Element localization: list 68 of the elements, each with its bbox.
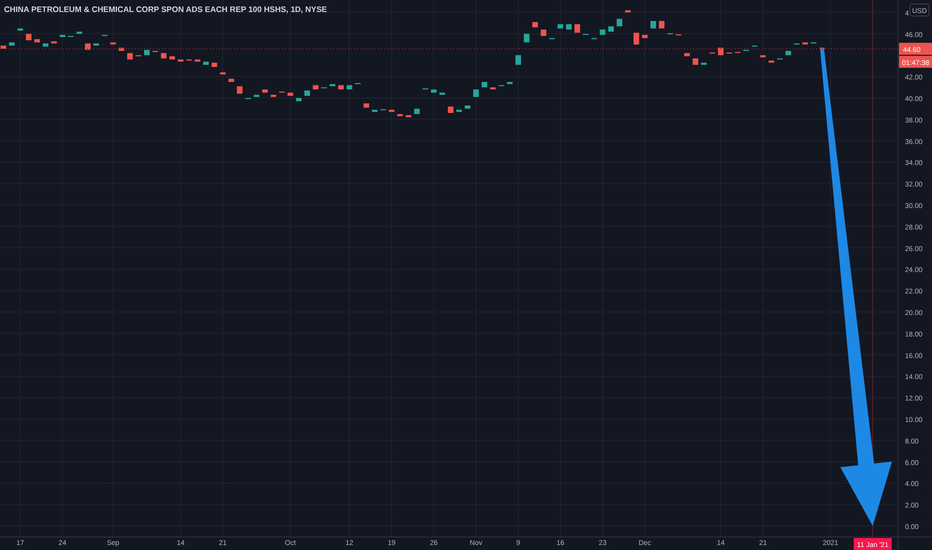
candle xyxy=(76,32,82,34)
candle xyxy=(634,32,640,44)
candle xyxy=(608,26,614,32)
candle xyxy=(127,53,133,60)
candle xyxy=(524,34,530,42)
candle xyxy=(464,106,470,109)
candle xyxy=(51,41,57,44)
candle xyxy=(17,28,24,31)
candle xyxy=(431,89,437,93)
candle xyxy=(684,53,690,56)
candle xyxy=(364,103,370,108)
candle xyxy=(490,87,496,90)
candle xyxy=(406,115,412,118)
candle xyxy=(118,48,124,51)
candle xyxy=(194,60,200,62)
candle xyxy=(558,24,564,28)
candle xyxy=(312,85,318,90)
candle xyxy=(768,60,774,63)
candle xyxy=(566,24,572,30)
candle xyxy=(169,56,175,60)
candle xyxy=(802,42,808,44)
candle xyxy=(330,84,336,86)
candle xyxy=(506,82,513,84)
candle xyxy=(203,62,209,65)
candle xyxy=(34,39,40,42)
candle xyxy=(270,94,276,97)
candle xyxy=(110,42,116,44)
candle xyxy=(439,92,446,95)
candle xyxy=(338,85,344,90)
candle xyxy=(212,62,218,67)
candle xyxy=(456,110,462,112)
candle xyxy=(414,108,420,114)
candle xyxy=(262,89,268,93)
candle xyxy=(9,42,15,46)
candle xyxy=(236,86,242,94)
candle xyxy=(625,10,631,12)
candle xyxy=(692,58,698,65)
candle xyxy=(42,43,48,47)
candle xyxy=(144,50,150,56)
candle xyxy=(372,110,378,112)
candle xyxy=(304,90,310,96)
candle xyxy=(540,30,546,36)
candle xyxy=(658,20,664,28)
candle xyxy=(473,89,479,97)
candle xyxy=(388,110,394,112)
candle xyxy=(532,22,538,28)
candle xyxy=(93,43,100,46)
candle xyxy=(254,94,260,97)
candle xyxy=(616,18,622,26)
candle xyxy=(228,78,234,82)
candle xyxy=(178,60,184,62)
candle xyxy=(160,53,167,58)
candle xyxy=(785,50,792,56)
candle xyxy=(600,30,606,35)
candle xyxy=(60,34,66,38)
candle xyxy=(760,55,766,58)
candle xyxy=(701,62,707,65)
candle xyxy=(346,85,352,90)
candle xyxy=(0,46,6,49)
candle xyxy=(296,98,302,102)
candle xyxy=(26,34,32,40)
candle xyxy=(448,106,454,113)
candle xyxy=(642,34,648,38)
chart-title: CHINA PETROLEUM & CHEMICAL CORP SPON ADS EACH REP 100 HSHS, 1D, NYSE xyxy=(4,5,328,14)
candle xyxy=(482,82,488,88)
candle xyxy=(288,92,294,96)
candle xyxy=(220,72,226,74)
candle xyxy=(397,114,403,116)
